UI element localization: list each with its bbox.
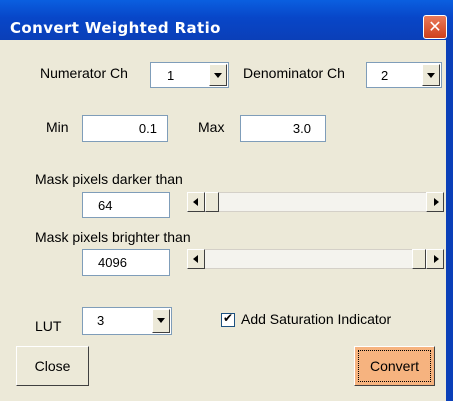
arrow-left-icon[interactable] <box>187 192 205 212</box>
denominator-label: Denominator Ch <box>243 65 345 81</box>
chevron-down-icon[interactable] <box>152 309 170 333</box>
numerator-value: 1 <box>167 68 175 83</box>
denominator-select[interactable]: 2 <box>366 62 442 88</box>
mask-bright-input[interactable]: 4096 <box>82 249 170 276</box>
max-value: 3.0 <box>292 121 311 136</box>
mask-bright-label: Mask pixels brighter than <box>35 229 191 245</box>
mask-dark-label: Mask pixels darker than <box>35 171 183 187</box>
numerator-select[interactable]: 1 <box>150 62 229 88</box>
dialog-body: Numerator Ch 1 Denominator Ch 2 Min 0.1 … <box>0 40 453 401</box>
arrow-right-icon[interactable] <box>426 192 444 212</box>
max-input[interactable]: 3.0 <box>240 115 326 142</box>
title-bar[interactable]: Convert Weighted Ratio ✕ <box>0 0 453 40</box>
saturation-label[interactable]: Add Saturation Indicator <box>241 311 391 327</box>
saturation-checkbox[interactable] <box>221 311 235 327</box>
mask-bright-value: 4096 <box>98 255 127 270</box>
chevron-down-icon[interactable] <box>209 64 227 86</box>
lut-value: 3 <box>97 313 105 328</box>
numerator-label: Numerator Ch <box>40 65 128 81</box>
min-value: 0.1 <box>138 121 157 136</box>
convert-button[interactable]: Convert <box>354 346 435 386</box>
denominator-value: 2 <box>381 68 389 83</box>
window-title: Convert Weighted Ratio <box>10 19 221 37</box>
arrow-right-icon[interactable] <box>426 249 444 269</box>
mask-dark-input[interactable]: 64 <box>82 192 170 218</box>
close-button[interactable]: Close <box>16 346 89 386</box>
mask-bright-slider[interactable] <box>187 249 444 269</box>
lut-label: LUT <box>35 318 62 334</box>
min-label: Min <box>46 119 69 135</box>
min-input[interactable]: 0.1 <box>82 115 168 142</box>
slider-thumb[interactable] <box>205 192 219 212</box>
close-icon[interactable]: ✕ <box>423 15 447 39</box>
slider-thumb[interactable] <box>412 249 426 269</box>
window-border <box>446 40 453 401</box>
mask-dark-value: 64 <box>98 198 113 213</box>
dialog-window: Convert Weighted Ratio ✕ Numerator Ch 1 … <box>0 0 453 401</box>
max-label: Max <box>198 119 225 135</box>
chevron-down-icon[interactable] <box>422 64 440 86</box>
lut-select[interactable]: 3 <box>82 307 172 335</box>
arrow-left-icon[interactable] <box>187 249 205 269</box>
mask-dark-slider[interactable] <box>187 192 444 212</box>
